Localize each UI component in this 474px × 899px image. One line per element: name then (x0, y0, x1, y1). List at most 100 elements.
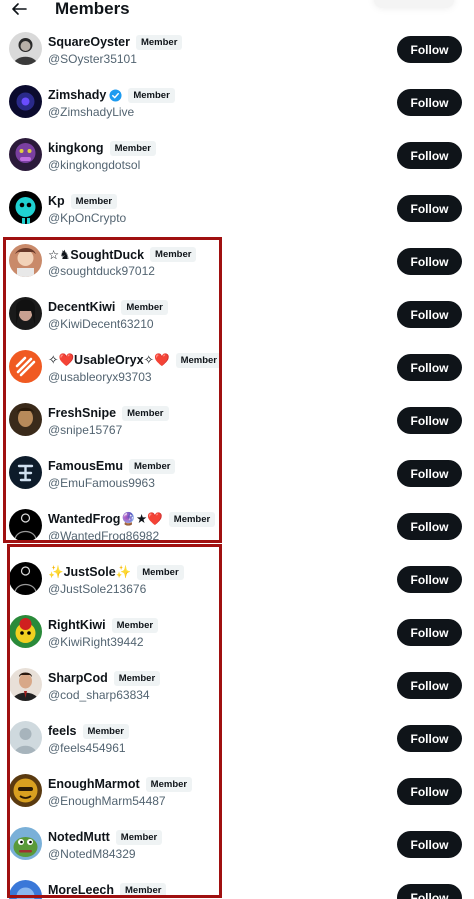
member-badge: Member (150, 246, 197, 262)
follow-button[interactable]: Follow (397, 407, 462, 434)
avatar[interactable] (9, 350, 42, 383)
member-handle[interactable]: @feels454961 (48, 741, 126, 755)
member-badge: Member (145, 776, 193, 792)
member-handle[interactable]: @soughtduck97012 (48, 264, 155, 278)
member-name[interactable]: SquareOyster (48, 35, 130, 49)
member-name[interactable]: FreshSnipe (48, 406, 116, 420)
avatar[interactable] (9, 138, 42, 171)
member-handle[interactable]: @JustSole213676 (48, 582, 146, 596)
member-handle[interactable]: @snipe15767 (48, 423, 122, 437)
member-handle[interactable]: @SOyster35101 (48, 52, 137, 66)
avatar[interactable] (9, 191, 42, 224)
list-item[interactable]: MoreLeech Member Follow (0, 871, 474, 899)
list-item[interactable]: WantedFrog🔮★❤️ Member @WantedFrog86982 F… (0, 500, 474, 553)
avatar[interactable] (9, 774, 42, 807)
member-name[interactable]: RightKiwi (48, 618, 106, 632)
brown-portrait-avatar-icon (9, 403, 42, 436)
follow-button[interactable]: Follow (397, 195, 462, 222)
avatar[interactable] (9, 297, 42, 330)
list-item[interactable]: RightKiwi Member @KiwiRight39442 Follow (0, 606, 474, 659)
follow-button[interactable]: Follow (397, 36, 462, 63)
avatar[interactable] (9, 403, 42, 436)
member-badge: Member (122, 405, 169, 421)
follow-button[interactable]: Follow (397, 513, 462, 540)
list-item[interactable]: FamousEmu Member @EmuFamous9963 Follow (0, 447, 474, 500)
member-handle[interactable]: @EnoughMarm54487 (48, 794, 166, 808)
member-name[interactable]: DecentKiwi (48, 300, 115, 314)
cartoon-avatar-icon (9, 244, 42, 277)
follow-button[interactable]: Follow (397, 884, 462, 899)
list-item[interactable]: EnoughMarmot Member @EnoughMarm54487 Fol… (0, 765, 474, 818)
follow-button[interactable]: Follow (397, 354, 462, 381)
follow-button[interactable]: Follow (397, 831, 462, 858)
avatar[interactable] (9, 32, 42, 65)
member-name[interactable]: ✨JustSole✨ (48, 565, 131, 580)
member-badge: Member (111, 617, 159, 633)
follow-button[interactable]: Follow (397, 566, 462, 593)
list-item[interactable]: NotedMutt Member @NotedM84329 Follow (0, 818, 474, 871)
follow-button[interactable]: Follow (397, 301, 462, 328)
member-name[interactable]: EnoughMarmot (48, 777, 140, 791)
follow-button[interactable]: Follow (397, 248, 462, 275)
avatar[interactable] (9, 85, 42, 118)
avatar[interactable] (9, 880, 42, 899)
avatar[interactable] (9, 615, 42, 648)
member-name[interactable]: Kp (48, 194, 65, 208)
list-item[interactable]: feels Member @feels454961 Follow (0, 712, 474, 765)
member-name[interactable]: Zimshady (48, 88, 106, 102)
member-handle[interactable]: @kingkongdotsol (48, 158, 140, 172)
follow-button[interactable]: Follow (397, 672, 462, 699)
avatar[interactable] (9, 827, 42, 860)
member-name[interactable]: kingkong (48, 141, 104, 155)
member-name[interactable]: SharpCod (48, 671, 108, 685)
follow-button[interactable]: Follow (397, 619, 462, 646)
member-name[interactable]: feels (48, 724, 77, 738)
member-handle[interactable]: @KpOnCrypto (48, 211, 126, 225)
member-handle[interactable]: @usableoryx93703 (48, 370, 152, 384)
member-name[interactable]: ☆♞SoughtDuck (48, 247, 144, 262)
follow-button[interactable]: Follow (397, 725, 462, 752)
list-item[interactable]: Kp Member @KpOnCrypto Follow (0, 182, 474, 235)
list-item[interactable]: ☆♞SoughtDuck Member @soughtduck97012 Fol… (0, 235, 474, 288)
follow-button[interactable]: Follow (397, 778, 462, 805)
black-circle-avatar-icon (9, 562, 42, 595)
avatar[interactable] (9, 244, 42, 277)
avatar[interactable] (9, 456, 42, 489)
member-badge: Member (175, 352, 222, 368)
list-item[interactable]: SquareOyster Member @SOyster35101 Follow (0, 23, 474, 76)
avatar[interactable] (9, 562, 42, 595)
member-name[interactable]: ✧❤️UsableOryx✧❤️ (48, 352, 170, 368)
list-item[interactable]: kingkong Member @kingkongdotsol Follow (0, 129, 474, 182)
member-handle[interactable]: @KiwiDecent63210 (48, 317, 154, 331)
back-button[interactable] (10, 0, 28, 18)
portrait-avatar-icon (9, 32, 42, 65)
member-handle[interactable]: @EmuFamous9963 (48, 476, 155, 490)
member-name[interactable]: MoreLeech (48, 883, 114, 897)
member-handle[interactable]: @KiwiRight39442 (48, 635, 144, 649)
follow-button[interactable]: Follow (397, 89, 462, 116)
member-handle[interactable]: @cod_sharp63834 (48, 688, 150, 702)
list-item[interactable]: ✧❤️UsableOryx✧❤️ Member @usableoryx93703… (0, 341, 474, 394)
member-badge: Member (137, 564, 184, 580)
list-item[interactable]: DecentKiwi Member @KiwiDecent63210 Follo… (0, 288, 474, 341)
avatar[interactable] (9, 721, 42, 754)
member-name[interactable]: NotedMutt (48, 830, 110, 844)
list-item[interactable]: SharpCod Member @cod_sharp63834 Follow (0, 659, 474, 712)
follow-button[interactable]: Follow (397, 142, 462, 169)
page-title: Members (55, 0, 130, 18)
list-item[interactable]: FreshSnipe Member @snipe15767 Follow (0, 394, 474, 447)
list-item[interactable]: Zimshady Member @ZimshadyLive Follow (0, 76, 474, 129)
avatar[interactable] (9, 668, 42, 701)
purple-ape-avatar-icon (9, 138, 42, 171)
member-badge: Member (109, 140, 156, 156)
member-handle[interactable]: @WantedFrog86982 (48, 529, 159, 543)
navy-logo-avatar-icon (9, 456, 42, 489)
avatar[interactable] (9, 509, 42, 542)
list-item[interactable]: ✨JustSole✨ Member @JustSole213676 Follow (0, 553, 474, 606)
member-handle[interactable]: @ZimshadyLive (48, 105, 134, 119)
member-handle[interactable]: @NotedM84329 (48, 847, 136, 861)
members-list: SquareOyster Member @SOyster35101 Follow… (0, 23, 474, 899)
member-name[interactable]: WantedFrog🔮★❤️ (48, 511, 163, 527)
member-name[interactable]: FamousEmu (48, 459, 123, 473)
follow-button[interactable]: Follow (397, 460, 462, 487)
